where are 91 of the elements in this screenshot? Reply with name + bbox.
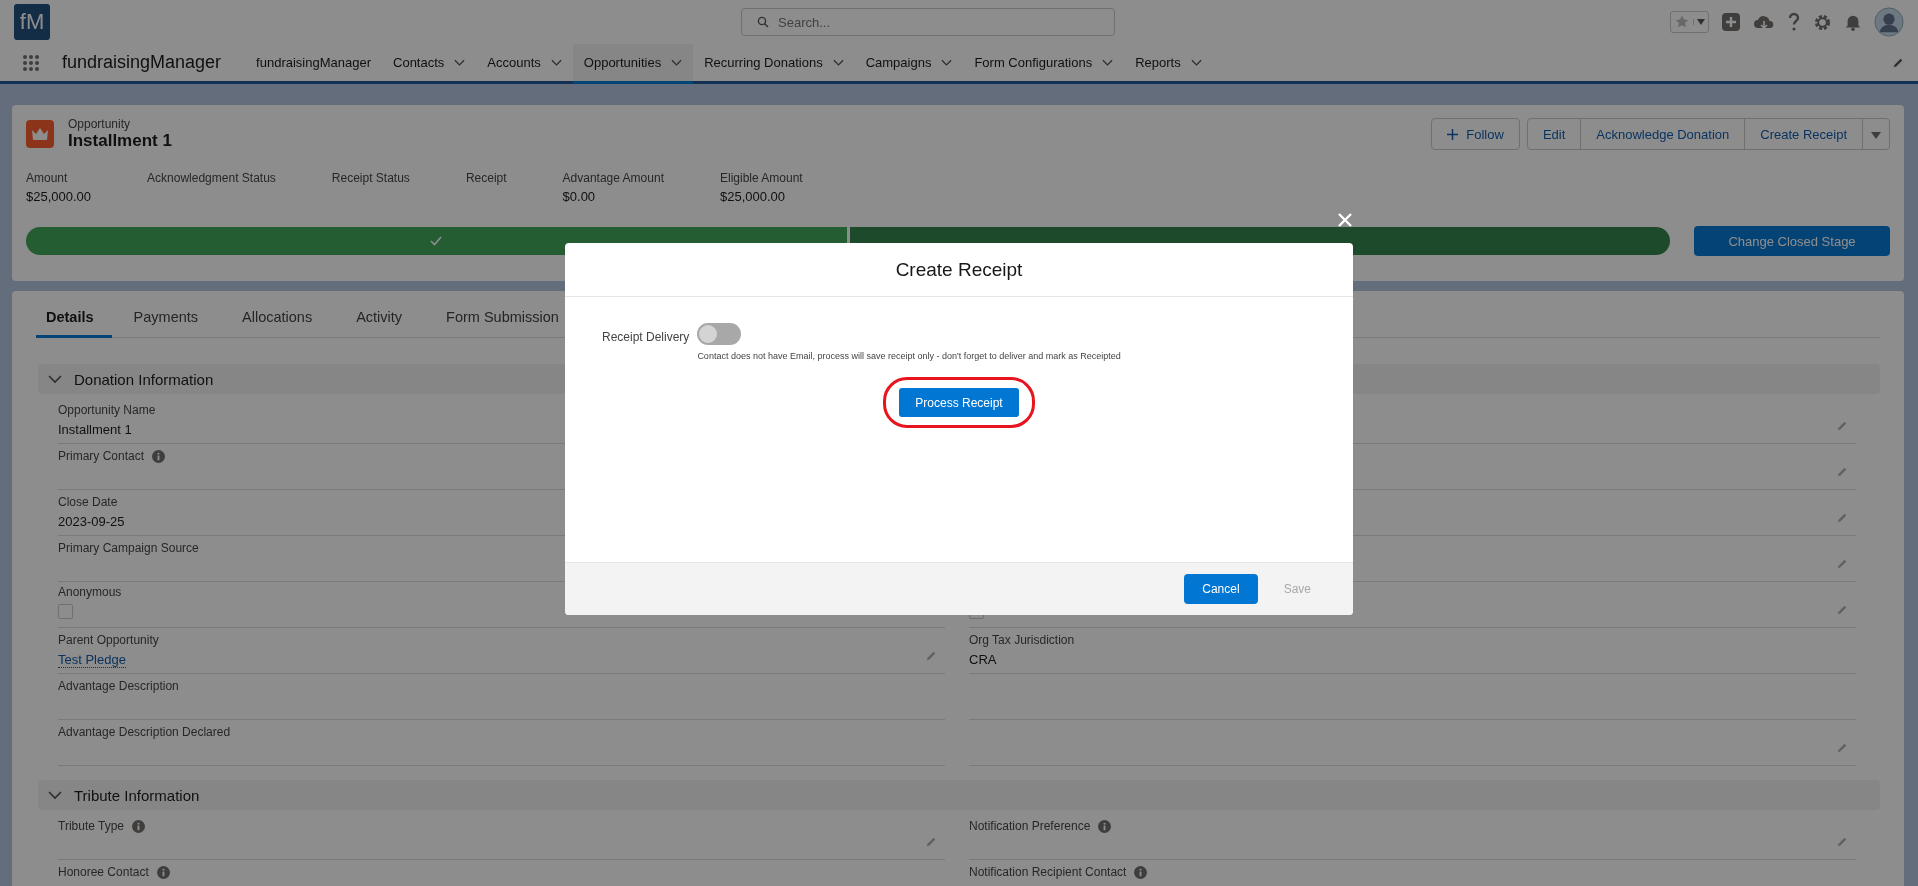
chevron-down-icon[interactable] — [550, 58, 562, 67]
field-value: Installment 1 — [58, 422, 132, 437]
field-label: Notification Recipient Contact — [969, 865, 1127, 879]
field-label: Honoree Contact — [58, 865, 149, 879]
caret-down-icon[interactable] — [1871, 131, 1881, 139]
plus-icon[interactable] — [1721, 12, 1741, 32]
highlight-value: $0.00 — [562, 189, 597, 204]
field-label: Opportunity Name — [58, 403, 156, 417]
tab[interactable]: Activity — [334, 309, 425, 338]
help-icon[interactable] — [1787, 12, 1801, 32]
highlight-label: Acknowledgment Status — [147, 171, 276, 185]
nav-tab[interactable]: Contacts — [382, 44, 477, 84]
action-button[interactable]: Edit — [1526, 118, 1582, 150]
nav-tab[interactable]: fundraisingManager — [245, 44, 382, 84]
nav-tab[interactable]: Accounts — [476, 44, 573, 84]
tab[interactable]: Allocations — [220, 309, 335, 338]
check-icon — [430, 236, 443, 246]
tab[interactable]: Details — [36, 309, 112, 338]
search-field[interactable]: Search... — [741, 8, 1115, 36]
dialog-button[interactable]: Cancel — [1184, 574, 1258, 604]
highlight-label: Receipt Status — [331, 171, 410, 185]
field-label: Notification Preference — [969, 819, 1091, 833]
crown-icon — [26, 120, 54, 148]
help-text: Contact does not have Email, process will save receipt only - don't forget to deliver and mark as Receipted — [697, 351, 1121, 361]
highlight-label: Advantage Amount — [562, 171, 664, 185]
edit-pencil-icon[interactable] — [1836, 420, 1848, 432]
field-label: Advantage Description Declared — [58, 725, 231, 739]
chevron-down-icon[interactable] — [454, 58, 466, 67]
notification-bell-icon[interactable] — [1844, 13, 1862, 31]
field-label: Advantage Description — [58, 679, 179, 693]
highlight-label: Amount — [26, 171, 69, 185]
field-label: Primary Contact — [58, 449, 145, 463]
edit-pencil-icon[interactable] — [1836, 836, 1848, 848]
edit-pencil-icon[interactable] — [1836, 512, 1848, 524]
field-label: Primary Campaign Source — [58, 541, 199, 555]
plus-icon — [1447, 128, 1459, 140]
record-type: Opportunity — [68, 117, 132, 131]
search-icon — [757, 16, 769, 28]
nav-tab[interactable]: Campaigns — [854, 44, 964, 84]
dialog-title: Create Receipt — [895, 258, 1023, 281]
record-link[interactable]: Test Pledge — [58, 652, 126, 668]
receipt-delivery-toggle[interactable] — [697, 323, 742, 345]
highlight-label: Receipt — [465, 171, 507, 185]
follow-button[interactable]: Follow — [1431, 118, 1520, 150]
checkbox[interactable] — [58, 604, 73, 619]
app-logo[interactable]: fM — [14, 4, 50, 40]
chevron-down-icon[interactable] — [48, 374, 62, 384]
app-name: fundraisingManager — [62, 52, 222, 73]
edit-pencil-icon[interactable] — [1836, 466, 1848, 478]
edit-pencil-icon[interactable] — [925, 650, 937, 662]
section-header[interactable]: Tribute Information — [38, 780, 1880, 810]
nav-tab[interactable]: Form Configurations — [963, 44, 1125, 84]
process-receipt-button[interactable]: Process Receipt — [899, 388, 1019, 417]
edit-pencil-icon[interactable] — [1836, 742, 1848, 754]
highlight-value: $25,000.00 — [26, 189, 92, 204]
app-launcher-icon[interactable] — [22, 53, 40, 72]
field-value: CRA — [969, 652, 997, 667]
toggle-label: Receipt Delivery — [602, 330, 690, 346]
more-actions-button[interactable] — [1862, 118, 1890, 150]
field-label: Parent Opportunity — [58, 633, 159, 647]
chevron-down-icon[interactable] — [1190, 58, 1202, 67]
close-icon[interactable] — [1337, 212, 1353, 228]
tab[interactable]: Payments — [111, 309, 221, 338]
favorites-button[interactable] — [1670, 11, 1709, 33]
field-label: Close Date — [58, 495, 118, 509]
highlight-label: Eligible Amount — [720, 171, 803, 185]
field-label: Anonymous — [58, 585, 122, 599]
avatar-icon[interactable] — [1874, 7, 1904, 37]
edit-pencil-icon[interactable] — [1836, 558, 1848, 570]
field-label: Org Tax Jurisdiction — [969, 633, 1075, 647]
edit-pencil-icon[interactable] — [1892, 57, 1904, 69]
highlight-value: $25,000.00 — [720, 189, 787, 204]
nav-tab[interactable]: Opportunities — [572, 44, 694, 84]
record-title: Installment 1 — [68, 131, 172, 151]
action-button[interactable]: Create Receipt — [1744, 118, 1863, 150]
chevron-down-icon[interactable] — [671, 58, 683, 67]
caret-down-icon[interactable] — [1697, 19, 1705, 25]
chevron-down-icon[interactable] — [832, 58, 844, 67]
field-label: Tribute Type — [58, 819, 125, 833]
chevron-down-icon[interactable] — [1102, 58, 1114, 67]
nav-tab[interactable]: Reports — [1124, 44, 1213, 84]
star-icon[interactable] — [1674, 14, 1690, 30]
edit-pencil-icon[interactable] — [1836, 604, 1848, 616]
chevron-down-icon[interactable] — [48, 790, 62, 800]
chevron-down-icon[interactable] — [941, 58, 953, 67]
nav-tab[interactable]: Recurring Donations — [693, 44, 855, 84]
change-closed-stage-button[interactable]: Change Closed Stage — [1694, 226, 1890, 256]
action-button[interactable]: Acknowledge Donation — [1580, 118, 1746, 150]
field-value: 2023-09-25 — [58, 514, 125, 529]
edit-pencil-icon[interactable] — [925, 836, 937, 848]
settings-icon[interactable] — [1813, 12, 1832, 32]
